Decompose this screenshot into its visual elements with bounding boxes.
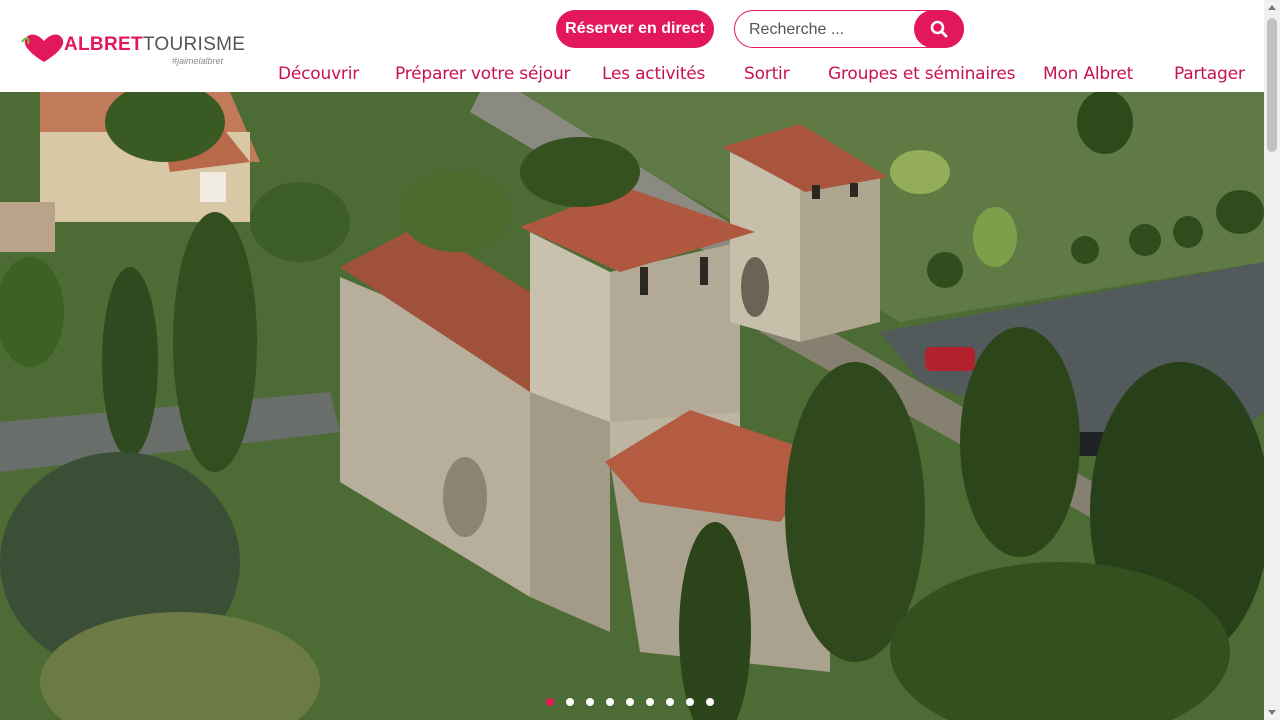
slide-dot-7[interactable] [666,698,674,706]
slide-dot-3[interactable] [586,698,594,706]
nav-item-preparer-sejour[interactable]: Préparer votre séjour [395,64,571,84]
slide-dot-9[interactable] [706,698,714,706]
nav-item-partager[interactable]: Partager [1174,64,1245,84]
logo-text-albret: ALBRET [64,34,143,55]
logo-wordmark: ALBRETTOURISME [64,34,245,56]
scroll-down-icon[interactable] [1268,710,1276,715]
search-icon [930,20,948,38]
slide-dot-2[interactable] [566,698,574,706]
reserve-button[interactable]: Réserver en direct [556,10,714,48]
nav-item-activites[interactable]: Les activités [602,64,705,84]
site-header: ALBRETTOURISME #jaimelalbret Réserver en… [0,0,1264,92]
logo-text-tourisme: TOURISME [142,34,246,55]
search-button[interactable] [914,10,964,48]
hero-image [0,92,1264,720]
hero-slideshow[interactable] [0,92,1264,720]
slide-dot-1[interactable] [546,698,554,706]
scroll-up-icon[interactable] [1268,5,1276,10]
main-nav: Découvrir Préparer votre séjour Les acti… [0,64,1264,86]
search-input[interactable] [747,17,916,43]
slide-dot-4[interactable] [606,698,614,706]
search-box [734,10,964,48]
slide-dot-5[interactable] [626,698,634,706]
nav-item-groupes-seminaires[interactable]: Groupes et séminaires [828,64,1015,84]
slide-dot-6[interactable] [646,698,654,706]
heart-logo-icon [21,34,64,62]
nav-item-sortir[interactable]: Sortir [744,64,790,84]
nav-item-mon-albret[interactable]: Mon Albret [1043,64,1133,84]
slide-dot-8[interactable] [686,698,694,706]
scrollbar-thumb[interactable] [1267,18,1277,152]
nav-item-decouvrir[interactable]: Découvrir [278,64,359,84]
page-scrollbar[interactable] [1264,0,1280,720]
